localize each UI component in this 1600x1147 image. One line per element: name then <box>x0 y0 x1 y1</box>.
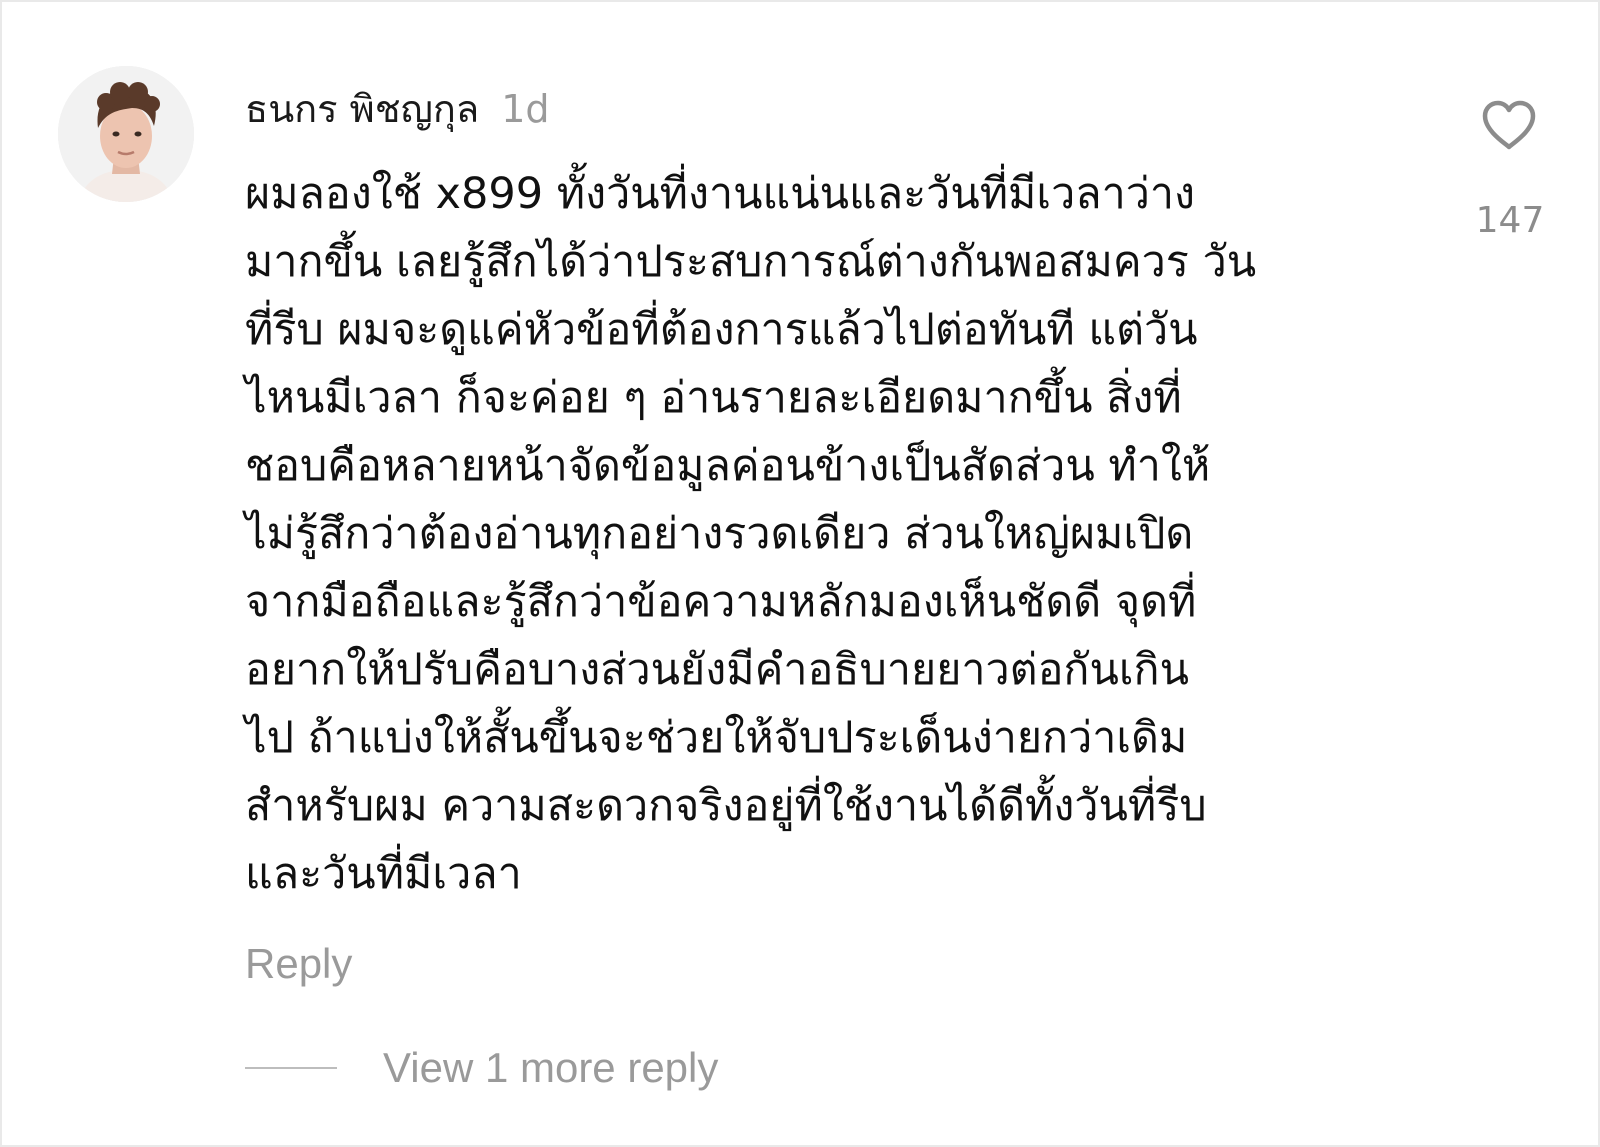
comment-card: ธนกร พิชญกุล 1d ผมลองใช้ x899 ทั้งวันที่… <box>0 0 1600 1147</box>
comment-line: ไหนมีเวลา ก็จะค่อย ๆ อ่านรายละเอียดมากขึ… <box>245 373 1182 423</box>
timestamp: 1d <box>501 87 550 131</box>
comment-line: สำหรับผม ความสะดวกจริงอยู่ที่ใช้งานได้ดี… <box>245 781 1207 831</box>
view-more-replies-button[interactable]: View 1 more reply <box>245 1044 718 1092</box>
comment-text: ผมลองใช้ x899 ทั้งวันที่งานแน่นและวันที่… <box>245 160 1385 908</box>
comment-line: อยากให้ปรับคือบางส่วนยังมีคำอธิบายยาวต่อ… <box>245 645 1189 695</box>
comment-line: จากมือถือและรู้สึกว่าข้อความหลักมองเห็นช… <box>245 577 1197 627</box>
view-more-replies-label: View 1 more reply <box>383 1044 719 1091</box>
username[interactable]: ธนกร พิชญกุล <box>245 78 479 139</box>
like-count: 147 <box>1475 200 1545 241</box>
user-portrait-icon <box>58 66 194 202</box>
comment-line: มากขึ้น เลยรู้สึกได้ว่าประสบการณ์ต่างกัน… <box>245 237 1257 287</box>
comment-line: ไม่รู้สึกว่าต้องอ่านทุกอย่างรวดเดียว ส่ว… <box>245 509 1194 559</box>
divider-line <box>245 1067 337 1069</box>
heart-outline-icon <box>1482 100 1536 150</box>
like-button[interactable] <box>1480 98 1538 152</box>
comment-line: ที่รีบ ผมจะดูแค่หัวข้อที่ต้องการแล้วไปต่… <box>245 305 1198 355</box>
comment-line: ผมลองใช้ x899 ทั้งวันที่งานแน่นและวันที่… <box>245 169 1196 219</box>
comment-line: ไป ถ้าแบ่งให้สั้นขึ้นจะช่วยให้จับประเด็น… <box>245 713 1188 763</box>
comment-line: ชอบคือหลายหน้าจัดข้อมูลค่อนข้างเป็นสัดส่… <box>245 441 1211 491</box>
avatar[interactable] <box>58 66 194 202</box>
comment-header: ธนกร พิชญกุล 1d <box>245 78 550 139</box>
reply-button[interactable]: Reply <box>245 940 352 988</box>
comment-line: และวันที่มีเวลา <box>245 849 522 899</box>
